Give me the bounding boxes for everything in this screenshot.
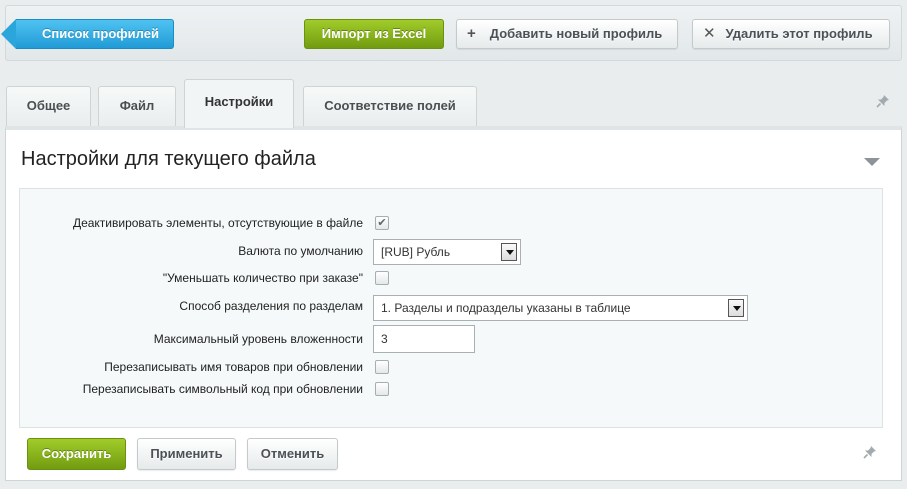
tab-file-label: Файл [119,98,155,113]
overwrite-name-label: Перезаписывать имя товаров при обновлени… [104,360,363,374]
pin-icon[interactable] [862,445,878,461]
reduce-qty-label: "Уменьшать количество при заказе" [162,271,363,285]
add-profile-button-label: Добавить новый профиль [489,26,663,41]
overwrite-code-label: Перезаписывать символьный код при обновл… [82,382,363,396]
profile-list-button[interactable]: Список профилей [1,19,174,49]
tab-settings-label: Настройки [204,94,274,109]
plus-icon: + [467,25,476,42]
save-button-label: Сохранить [41,446,112,461]
checkmark-icon: ✔ [377,217,387,229]
import-excel-button[interactable]: Импорт из Excel [304,19,444,49]
tab-file[interactable]: Файл [98,86,176,127]
tab-field-mapping-label: Соответствие полей [324,98,456,113]
chevron-down-icon [728,299,744,317]
close-icon: ✕ [703,25,716,42]
tab-settings[interactable]: Настройки [184,79,294,128]
max-depth-input[interactable] [373,325,475,353]
cancel-button[interactable]: Отменить [247,438,338,470]
currency-label: Валюта по умолчанию [238,244,363,258]
apply-button-label: Применить [150,446,223,461]
deactivate-checkbox[interactable]: ✔ [375,216,389,230]
tab-general-label: Общее [26,98,71,113]
reduce-qty-checkbox[interactable] [375,271,389,285]
add-profile-button[interactable]: + Добавить новый профиль [456,19,678,49]
collapse-arrow-icon[interactable] [864,158,880,166]
profile-list-button-label: Список профилей [42,26,159,41]
section-mode-select[interactable]: 1. Разделы и подразделы указаны в таблиц… [373,295,748,321]
pin-icon[interactable] [875,94,891,110]
section-mode-label: Способ разделения по разделам [179,299,363,313]
currency-select-value: [RUB] Рубль [381,245,451,259]
delete-profile-button-label: Удалить этот профиль [725,26,873,41]
tab-general[interactable]: Общее [6,86,91,127]
max-depth-label: Максимальный уровень вложенности [153,332,363,346]
pin-icon-svg [863,446,876,459]
section-mode-select-value: 1. Разделы и подразделы указаны в таблиц… [381,301,631,315]
toolbar: Список профилей Импорт из Excel + Добави… [1,5,902,61]
currency-select[interactable]: [RUB] Рубль [373,239,521,265]
delete-profile-button[interactable]: ✕ Удалить этот профиль [692,19,890,49]
import-excel-button-label: Импорт из Excel [321,26,427,41]
overwrite-code-checkbox[interactable] [375,382,389,396]
tab-field-mapping[interactable]: Соответствие полей [303,86,477,127]
apply-button[interactable]: Применить [137,438,236,470]
chevron-down-icon [501,243,517,261]
pin-icon-svg [876,95,889,108]
save-button[interactable]: Сохранить [27,438,126,470]
settings-panel: Настройки для текущего файла Деактивиров… [5,126,902,481]
cancel-button-label: Отменить [260,446,325,461]
overwrite-name-checkbox[interactable] [375,360,389,374]
settings-form: Деактивировать элементы, отсутствующие в… [19,188,883,428]
panel-title: Настройки для текущего файла [21,148,316,170]
deactivate-label: Деактивировать элементы, отсутствующие в… [72,216,363,230]
